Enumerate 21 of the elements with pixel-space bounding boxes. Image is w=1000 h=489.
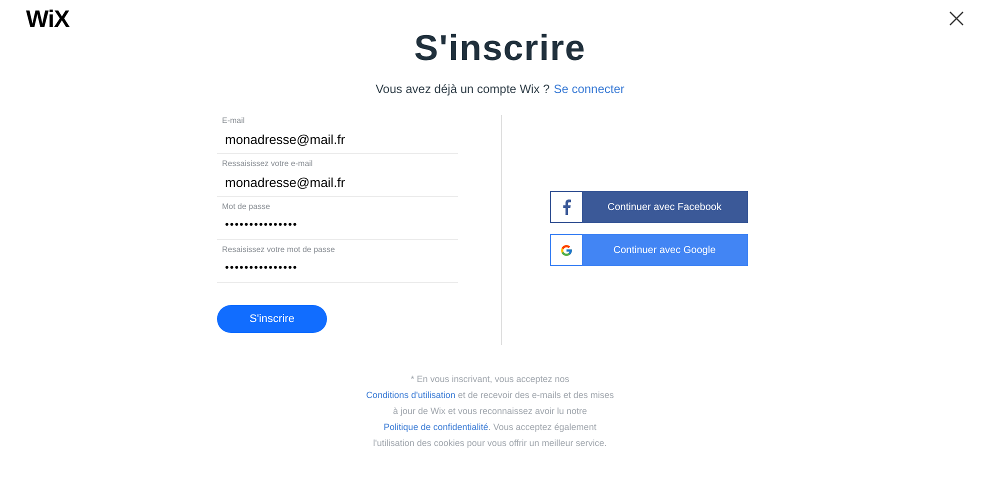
terms-link[interactable]: Conditions d'utilisation	[366, 390, 456, 400]
field-label: Resaisissez votre mot de passe	[221, 244, 336, 256]
field-label: Mot de passe	[221, 201, 272, 213]
page-title: S'inscrire	[414, 26, 586, 70]
email-field[interactable]: monadresse@mail.fr	[217, 170, 458, 194]
facebook-login-button[interactable]: Continuer avec Facebook	[550, 191, 748, 223]
facebook-icon	[562, 199, 571, 215]
field-label: Ressaisissez votre e-mail	[221, 158, 314, 170]
google-icon	[560, 244, 573, 256]
password-field[interactable]: •••••••••••••••	[217, 256, 458, 280]
password-field[interactable]: •••••••••••••••	[217, 213, 458, 237]
wix-logo[interactable]: WiX	[26, 8, 70, 32]
field-label: E-mail	[221, 115, 246, 127]
terms-link[interactable]: Politique de confidentialité	[384, 422, 488, 432]
terms-notice: * En vous inscrivant, vous acceptez nos Conditions d'utilisation et de recevoir des e-mails et des mises à jour de Wix et vous reconnaissez avoir lu notre Politique de confidentialité. Vous acceptez également l'utilisation des cookies pour vous offrir un meilleur service.	[365, 373, 615, 450]
subtitle-text: Vous avez déjà un compte Wix ?	[376, 81, 550, 98]
close-icon[interactable]	[949, 11, 964, 26]
signup-button[interactable]: S'inscrire	[217, 305, 327, 333]
login-link[interactable]: Se connecter	[554, 80, 624, 98]
email-field[interactable]: monadresse@mail.fr	[217, 127, 458, 151]
google-login-button[interactable]: Continuer avec Google	[550, 234, 748, 266]
